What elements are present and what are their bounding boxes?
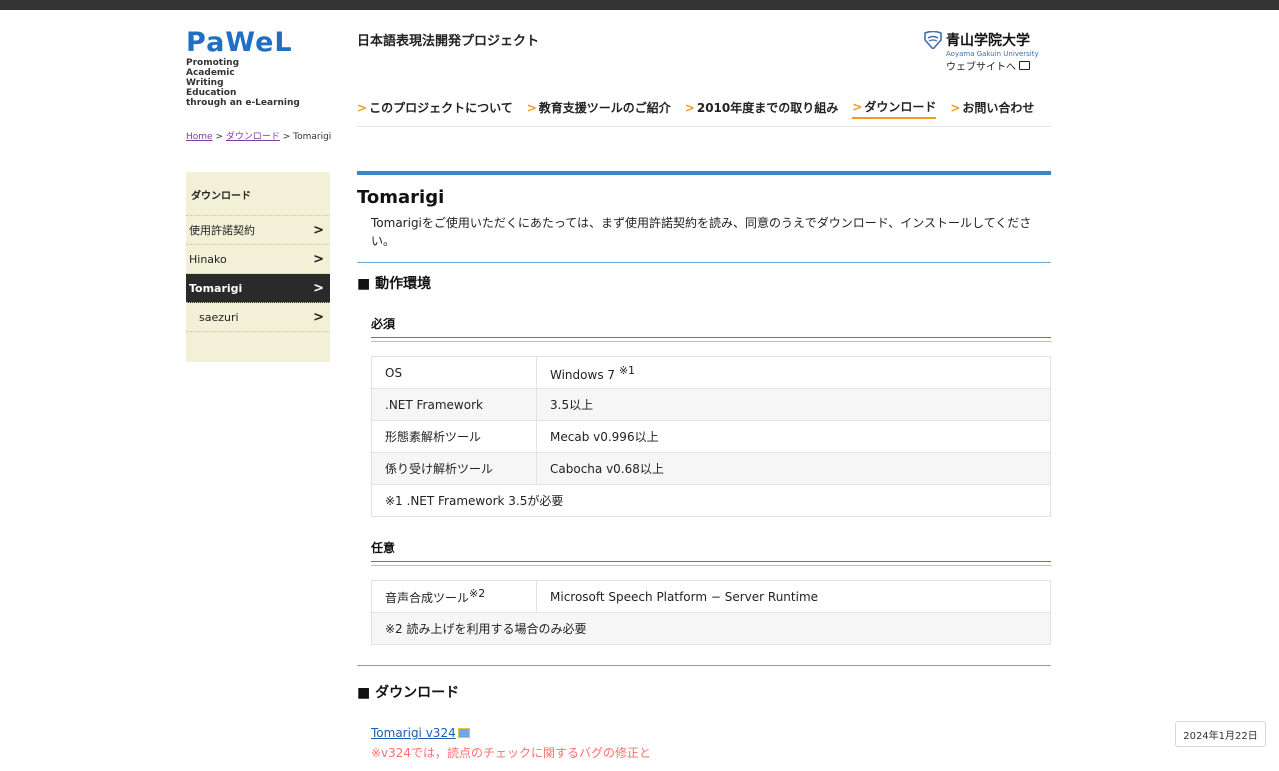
required-heading-rule — [371, 337, 1051, 342]
sidebar-item-saezuri[interactable]: saezuri > — [186, 303, 330, 332]
logo-tagline: Promoting Academic Writing Education thr… — [186, 58, 336, 108]
sidebar-item-license[interactable]: 使用許諾契約 > — [186, 216, 330, 245]
nav-label: お問い合わせ — [962, 101, 1035, 115]
breadcrumb-current: Tomarigi — [293, 132, 332, 142]
nav-arrow-icon: > — [357, 100, 368, 115]
nav-label: 教育支援ツールのご紹介 — [538, 101, 671, 115]
table-row: 音声合成ツール※2 Microsoft Speech Platform − Se… — [371, 580, 1051, 613]
nav-contact[interactable]: > お問い合わせ — [950, 98, 1034, 119]
breadcrumb-download-link[interactable]: ダウンロード — [226, 132, 280, 142]
download-heading: ■ ダウンロード — [357, 685, 460, 701]
table-note: ※2 読み上げを利用する場合のみ必要 — [371, 612, 1051, 645]
pawel-logo[interactable]: PaWeL Promoting Academic Writing Educati… — [186, 27, 336, 108]
project-title: 日本語表現法開発プロジェクト — [357, 34, 540, 49]
table-row: OS Windows 7 ※1 — [371, 356, 1051, 389]
table-key: 音声合成ツール※2 — [371, 580, 537, 613]
sidebar-item-tomarigi[interactable]: Tomarigi > — [186, 274, 330, 303]
footnote-mark: ※1 — [618, 363, 636, 377]
date-badge: 2024年1月22日 — [1175, 721, 1266, 747]
section-divider — [357, 262, 1051, 263]
university-website-link[interactable]: ウェブサイトへ — [946, 58, 1053, 73]
logo-line-5: through an e-Learning — [186, 98, 300, 108]
table-key: .NET Framework — [371, 388, 537, 421]
nav-label: このプロジェクトについて — [369, 101, 513, 115]
table-value: Microsoft Speech Platform − Server Runti… — [536, 580, 1051, 613]
table-value: 3.5以上 — [536, 388, 1051, 421]
table-row: ※1 .NET Framework 3.5が必要 — [371, 484, 1051, 517]
download-note-cut — [371, 765, 1051, 771]
top-dark-bar — [0, 0, 1279, 10]
nav-about[interactable]: > このプロジェクトについて — [357, 98, 513, 119]
chevron-right-icon: > — [313, 222, 324, 238]
table-value: Cabocha v0.68以上 — [536, 452, 1051, 485]
logo-mark: PaWeL — [186, 27, 293, 58]
nav-arrow-icon: > — [526, 100, 537, 115]
table-row: .NET Framework 3.5以上 — [371, 388, 1051, 421]
sidebar-item-label: 使用許諾契約 — [189, 224, 255, 237]
download-link-label: Tomarigi v324 — [371, 726, 456, 740]
sidebar-title: ダウンロード — [186, 172, 330, 216]
page-title: Tomarigi — [357, 187, 445, 208]
nav-arrow-icon: > — [684, 100, 695, 115]
intro-text: Tomarigiをご使用いただくにあたっては、まず使用許諾契約を読み、同意のうえ… — [371, 216, 1032, 248]
download-file-icon — [457, 728, 470, 738]
breadcrumb-sep: > — [212, 132, 226, 142]
sidebar-item-hinako[interactable]: Hinako > — [186, 245, 330, 274]
logo-line-3: Writing — [186, 78, 224, 88]
table-row: 係り受け解析ツール Cabocha v0.68以上 — [371, 452, 1051, 485]
breadcrumb-home-link[interactable]: Home — [186, 132, 213, 142]
sidebar-item-label: Hinako — [189, 252, 227, 266]
table-key: 係り受け解析ツール — [371, 452, 537, 485]
nav-arrow-icon: > — [950, 100, 961, 115]
external-window-icon — [1019, 61, 1030, 70]
university-crest-icon — [924, 31, 942, 49]
required-table: OS Windows 7 ※1 .NET Framework 3.5以上 形態素… — [371, 356, 1051, 517]
nav-label: ダウンロード — [864, 100, 937, 114]
optional-heading-rule — [371, 561, 1051, 566]
university-website-label: ウェブサイトへ — [946, 62, 1016, 73]
chevron-right-icon: > — [313, 280, 324, 296]
table-row: ※2 読み上げを利用する場合のみ必要 — [371, 612, 1051, 645]
logo-line-2: Academic — [186, 68, 235, 78]
env-heading: ■ 動作環境 — [357, 276, 432, 292]
university-link[interactable]: 青山学院大学 Aoyama Gakuin University ウェブサイトへ — [923, 30, 1053, 73]
sidebar: ダウンロード 使用許諾契約 > Hinako > Tomarigi > saezuri… — [186, 172, 330, 362]
nav-history[interactable]: >2010年度までの取り組み — [685, 98, 838, 119]
table-key: 形態素解析ツール — [371, 420, 537, 453]
section-divider — [357, 665, 1051, 666]
university-en-name: Aoyama Gakuin University — [946, 50, 1039, 58]
nav-tools[interactable]: > 教育支援ツールのご紹介 — [527, 98, 671, 119]
table-row: 形態素解析ツール Mecab v0.996以上 — [371, 420, 1051, 453]
nav-label: 2010年度までの取り組み — [696, 101, 839, 115]
table-key: OS — [371, 356, 537, 389]
chevron-right-icon: > — [313, 309, 324, 325]
nav-arrow-icon: > — [852, 99, 863, 114]
table-value: Windows 7 ※1 — [536, 356, 1051, 389]
sidebar-item-label: saezuri — [199, 310, 239, 324]
nav-download[interactable]: > ダウンロード — [852, 98, 937, 119]
logo-line-1: Promoting — [186, 58, 240, 68]
university-name: 青山学院大学 — [946, 33, 1030, 49]
main-content: Tomarigi Tomarigiをご使用いただくにあたっては、まず使用許諾契約… — [357, 171, 1051, 771]
sidebar-item-label: Tomarigi — [189, 281, 243, 295]
optional-table: 音声合成ツール※2 Microsoft Speech Platform − Se… — [371, 580, 1051, 645]
logo-line-4: Education — [186, 88, 237, 98]
download-note: ※v324では，読点のチェックに関するバグの修正と — [371, 746, 652, 760]
chevron-right-icon: > — [313, 251, 324, 267]
download-link-tomarigi[interactable]: Tomarigi v324 — [371, 726, 1051, 740]
optional-heading: 任意 — [371, 541, 396, 555]
header-divider — [357, 126, 1051, 127]
breadcrumb: Home > ダウンロード > Tomarigi — [186, 129, 331, 142]
table-note: ※1 .NET Framework 3.5が必要 — [371, 484, 1051, 517]
footnote-mark: ※2 — [469, 587, 486, 600]
main-nav: > このプロジェクトについて > 教育支援ツールのご紹介 >2010年度までの取り組… — [357, 98, 1034, 119]
breadcrumb-sep: > — [279, 132, 294, 142]
table-value: Mecab v0.996以上 — [536, 420, 1051, 453]
required-heading: 必須 — [371, 317, 396, 331]
main-top-rule — [357, 171, 1051, 175]
